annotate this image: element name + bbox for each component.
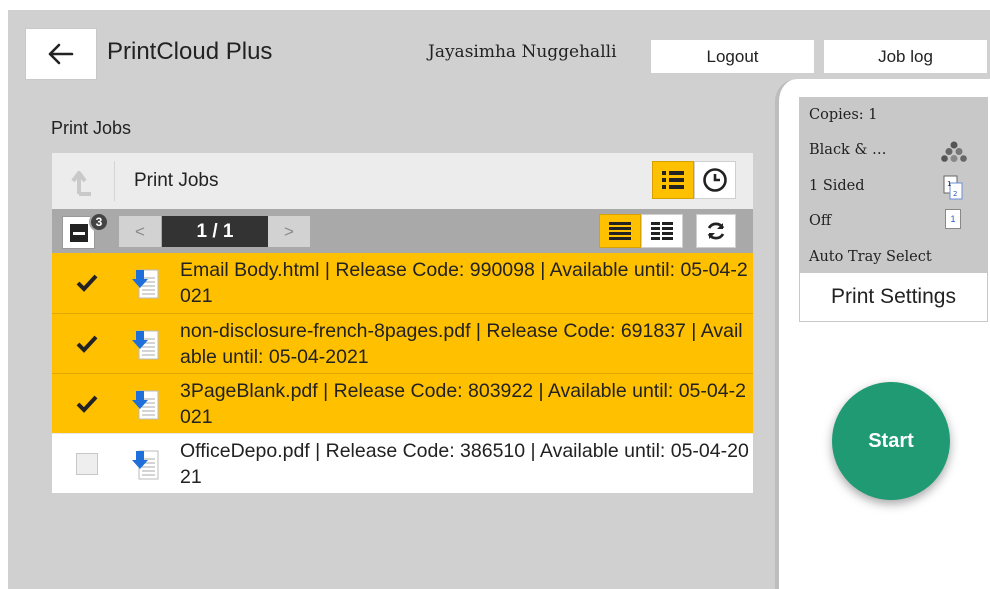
start-button[interactable]: Start [832,382,950,500]
toner-icon [941,141,967,162]
job-description: 3PageBlank.pdf | Release Code: 803922 | … [180,380,746,428]
refresh-icon [707,222,725,240]
job-row[interactable]: non-disclosure-french-8pages.pdf | Relea… [52,313,753,373]
clock-icon [703,168,727,192]
document-download-icon [132,269,159,299]
job-description: Email Body.html | Release Code: 990098 |… [180,259,748,307]
next-page-button[interactable]: > [268,216,310,247]
list-header-title: Print Jobs [134,170,219,191]
job-description: non-disclosure-french-8pages.pdf | Relea… [180,320,743,368]
document-download-icon [132,330,159,360]
app-window: PrintCloud Plus Jayasimha Nuggehalli Log… [8,10,990,589]
settings-summary[interactable]: Copies: 1 Black & … 1 Sided 2 1 Off 1 Au… [799,97,988,272]
nup-icon: 1 [945,209,961,229]
job-log-button[interactable]: Job log [823,39,988,74]
job-row[interactable]: OfficeDepo.pdf | Release Code: 386510 | … [52,433,753,493]
lines-icon [609,222,631,240]
checkmark-icon [76,335,98,353]
app-title: PrintCloud Plus [107,38,273,65]
checkmark-icon [76,274,98,292]
section-label: Print Jobs [51,118,132,138]
back-arrow-icon [48,43,74,65]
list-view-button[interactable] [652,161,694,199]
job-description: OfficeDepo.pdf | Release Code: 386510 | … [180,440,749,488]
checkmark-icon [76,395,98,413]
checkbox[interactable] [76,333,98,355]
document-download-icon [132,390,159,420]
header-divider [114,161,115,201]
detail-view-button[interactable] [599,214,641,248]
print-options-panel: Copies: 1 Black & … 1 Sided 2 1 Off 1 Au… [775,79,990,589]
tray-setting: Auto Tray Select [809,249,932,265]
list-header: Print Jobs [52,153,753,209]
print-settings-button[interactable]: Print Settings [799,272,988,322]
list-toolbar: 3 < 1 / 1 > [52,209,753,253]
job-row[interactable]: Email Body.html | Release Code: 990098 |… [52,253,753,313]
back-button[interactable] [25,28,97,80]
svg-text:2: 2 [953,190,957,198]
logout-button[interactable]: Logout [650,39,815,74]
one-sided-icon: 2 1 [943,175,963,200]
prev-page-button[interactable]: < [119,216,161,247]
document-download-icon [132,450,159,480]
job-row[interactable]: 3PageBlank.pdf | Release Code: 803922 | … [52,373,753,433]
checkbox[interactable] [76,272,98,294]
deselect-icon [69,223,88,242]
copies-setting: Copies: 1 [809,107,878,123]
staple-setting: Off [809,213,832,229]
sides-setting: 1 Sided [809,178,865,194]
user-name: Jayasimha Nuggehalli [428,42,617,62]
print-jobs-panel: Print Jobs 3 < 1 / 1 > Email Body.html |… [52,153,753,493]
selected-count-badge: 3 [89,212,109,232]
svg-text:1: 1 [947,180,951,188]
list-icon [662,171,684,189]
checkbox[interactable] [76,393,98,415]
history-button[interactable] [694,161,736,199]
checkbox[interactable] [76,453,98,475]
compact-view-button[interactable] [641,214,683,248]
table-icon [651,222,673,240]
page-indicator: 1 / 1 [162,216,268,247]
up-folder-icon[interactable] [64,165,100,199]
color-setting: Black & … [809,142,887,158]
refresh-button[interactable] [696,214,736,248]
